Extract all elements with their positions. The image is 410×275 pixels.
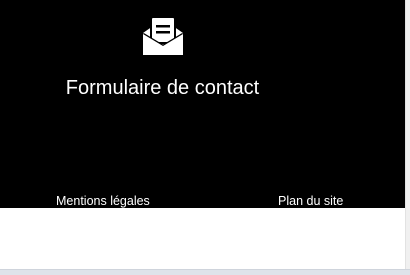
- contact-form-title: Formulaire de contact: [65, 77, 260, 99]
- envelope-open-letter-icon: [142, 16, 184, 55]
- sitemap-link[interactable]: Plan du site: [278, 194, 343, 209]
- horizontal-scrollbar[interactable]: [0, 269, 410, 275]
- page-footer: Formulaire de contact Mentions légales P…: [0, 0, 405, 208]
- vertical-scrollbar[interactable]: [405, 0, 410, 270]
- legal-notice-link[interactable]: Mentions légales: [56, 194, 150, 209]
- browser-viewport: Formulaire de contact Mentions légales P…: [0, 0, 410, 275]
- contact-form-link[interactable]: Formulaire de contact: [0, 0, 325, 110]
